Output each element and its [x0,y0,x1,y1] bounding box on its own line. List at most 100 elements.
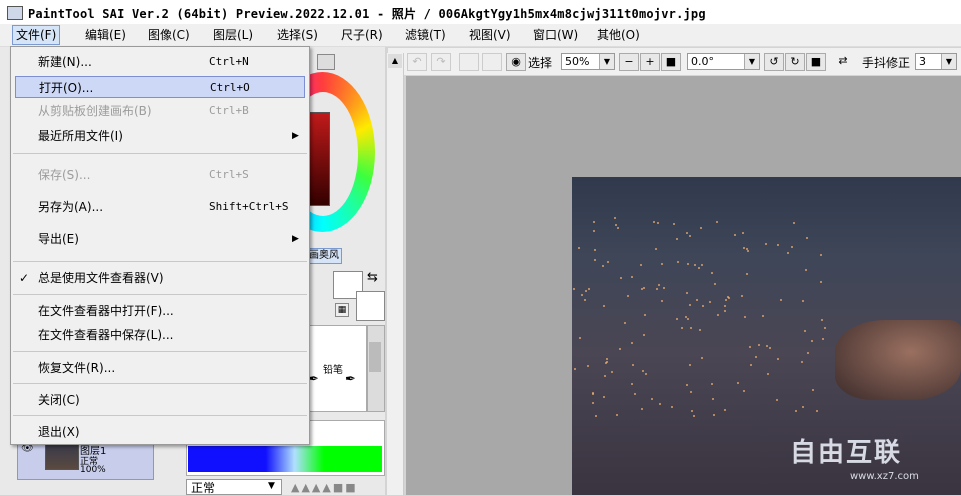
image-light [606,358,608,360]
menu-bar: 文件(F) 编辑(E) 图像(C) 图层(L) 选择(S) 尺子(R) 滤镜(T… [0,24,961,47]
rotation-select[interactable]: 0.0° ▼ [687,53,760,70]
chevron-down-icon[interactable]: ▼ [941,54,956,69]
menu-ruler[interactable]: 尺子(R) [338,26,386,44]
scratchpad-colors[interactable] [188,446,382,472]
image-light [631,383,633,385]
image-light [700,227,702,229]
image-light [777,358,779,360]
undo-button[interactable]: ↶ [407,53,427,71]
image-light [701,264,703,266]
image-light [691,410,693,412]
checkmark-icon: ✓ [19,271,30,285]
zoom-select[interactable]: 50% ▼ [561,53,615,70]
eye-icon[interactable]: ◉ [506,53,526,71]
image-light [699,329,701,331]
menu-item-save-as[interactable]: 另存为(A)... Shift+Ctrl+S [11,196,309,218]
menu-item-create-from-clipboard[interactable]: 从剪贴板创建画布(B) Ctrl+B [11,100,309,122]
image-light [820,281,822,283]
pencil-icon[interactable]: ✒ [345,372,356,387]
image-light [581,294,583,296]
menu-filter[interactable]: 滤镜(T) [402,26,449,44]
brush-name[interactable]: 铅笔 [323,361,343,376]
submenu-arrow-icon: ▶ [292,234,299,244]
chevron-down-icon[interactable]: ▼ [599,54,614,69]
image-light [585,290,587,292]
menu-item-label: 打开(O)... [39,81,94,95]
stabilizer-select[interactable]: 3 ▼ [915,53,957,70]
menu-layer[interactable]: 图层(L) [210,26,256,44]
scroll-up-icon[interactable]: ▲ [388,54,402,68]
stabilizer-label: 手抖修正 [862,56,911,70]
menu-item-new[interactable]: 新建(N)... Ctrl+N [11,51,309,73]
flip-horizontal-icon[interactable]: ⇄ [834,53,852,69]
invert-selection-button[interactable] [482,53,502,71]
brush-shape-icons[interactable]: ▲▲▲▲■■ [291,481,358,494]
menu-item-label: 保存(S)... [38,168,91,182]
image-light [584,299,586,301]
image-light [698,267,700,269]
menu-item-exit[interactable]: 退出(X) [11,421,309,443]
swap-colors-icon[interactable]: ⇆ [367,270,378,285]
redo-button[interactable]: ↷ [431,53,451,71]
menu-item-label: 在文件查看器中打开(F)... [38,304,174,318]
rotate-left-button[interactable]: ↺ [764,53,784,71]
menu-view[interactable]: 视图(V) [466,26,514,44]
chevron-down-icon[interactable]: ▼ [268,481,275,491]
background-color-swatch[interactable] [356,291,385,321]
image-light [657,222,659,224]
image-light [711,383,713,385]
menu-item-shortcut: Shift+Ctrl+S [209,200,289,213]
chevron-down-icon[interactable]: ▼ [744,54,759,69]
panel-scrollbar[interactable] [387,53,404,495]
menu-item-save[interactable]: 保存(S)... Ctrl+S [11,164,309,186]
rotation-reset-button[interactable]: ■ [806,53,826,71]
image-light [689,364,691,366]
image-light [643,287,645,289]
image-light [714,283,716,285]
zoom-out-button[interactable]: − [619,53,639,71]
menu-select[interactable]: 选择(S) [274,26,321,44]
color-mode-button[interactable] [317,54,335,70]
image-light [725,299,727,301]
menu-other[interactable]: 其他(O) [594,26,643,44]
menu-edit[interactable]: 编辑(E) [82,26,129,44]
deselect-button[interactable] [459,53,479,71]
image-light [651,398,653,400]
image-light [673,223,675,225]
menu-item-export[interactable]: 导出(E) ▶ [11,228,309,250]
transparent-color-icon[interactable]: ▦ [335,303,349,317]
image-light [574,368,576,370]
image-light [702,305,704,307]
menu-item-open-in-viewer[interactable]: 在文件查看器中打开(F)... [11,300,309,322]
color-panel-button[interactable]: 画奥风 [308,248,342,264]
menu-image[interactable]: 图像(C) [145,26,193,44]
image-light [588,288,590,290]
image-light [676,318,678,320]
image-light [724,310,726,312]
image-light [603,305,605,307]
rotate-right-button[interactable]: ↻ [785,53,805,71]
image-light [644,314,646,316]
zoom-reset-button[interactable]: ■ [661,53,681,71]
zoom-in-button[interactable]: + [640,53,660,71]
image-light [659,403,661,405]
menu-item-recover[interactable]: 恢复文件(R)... [11,357,309,379]
layer-thumbnail [45,444,79,470]
image-light [765,243,767,245]
menu-file[interactable]: 文件(F) [12,25,61,45]
menu-item-recent-files[interactable]: 最近所用文件(I) ▶ [11,125,309,147]
menu-item-open[interactable]: 打开(O)... Ctrl+O [15,76,305,98]
image-light [642,370,644,372]
image-light [620,277,622,279]
menu-item-shortcut: Ctrl+N [209,55,249,68]
menu-item-save-in-viewer[interactable]: 在文件查看器中保存(L)... [11,324,309,346]
menu-window[interactable]: 窗口(W) [530,26,581,44]
brush-scrollbar-thumb[interactable] [369,342,381,372]
image-light [595,415,597,417]
image-light [607,261,609,263]
menu-item-always-use-viewer[interactable]: ✓ 总是使用文件查看器(V) [11,267,309,289]
menu-item-label: 在文件查看器中保存(L)... [38,328,174,342]
image-light [694,264,696,266]
menu-item-close[interactable]: 关闭(C) [11,389,309,411]
image-light [712,398,714,400]
